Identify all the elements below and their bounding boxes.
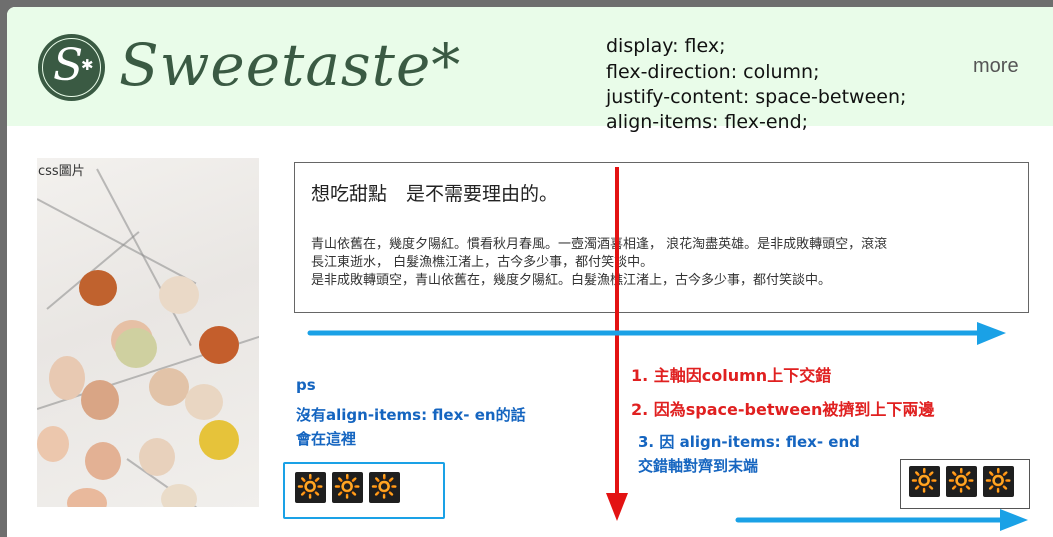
align-annotation: 3. 因 align-items: flex- end <box>638 433 860 451</box>
sun-icon[interactable]: 🔆 <box>295 472 326 503</box>
annotation-arrows <box>307 167 1028 531</box>
ps-annotation: ps <box>296 376 316 394</box>
page-frame: S ✱ Sweetaste* more display: flex; flex-… <box>7 7 1053 537</box>
ps-annotation: 會在這裡 <box>296 430 357 448</box>
blue-horizontal-arrow-bottom <box>735 509 1028 531</box>
sun-icon[interactable]: 🔆 <box>909 466 940 497</box>
sun-icon[interactable]: 🔆 <box>369 472 400 503</box>
sun-icon[interactable]: 🔆 <box>332 472 363 503</box>
red-vertical-arrow <box>606 167 628 521</box>
sun-icon[interactable]: 🔆 <box>983 466 1014 497</box>
icon-group-flex-end: 🔆 🔆 🔆 <box>900 459 1030 509</box>
icon-group-default: 🔆 🔆 🔆 <box>283 462 445 519</box>
image-label: css圖片 <box>38 164 85 179</box>
ps-annotation: 沒有align-items: flex- en的話 <box>296 406 526 424</box>
red-annotation: 1. 主軸因column上下交錯 <box>631 366 832 385</box>
red-annotation: 2. 因為space-between被擠到上下兩邊 <box>631 400 935 419</box>
sun-icon[interactable]: 🔆 <box>946 466 977 497</box>
align-annotation: 交錯軸對齊到末端 <box>638 457 759 475</box>
blue-horizontal-arrow-top <box>307 322 1006 345</box>
